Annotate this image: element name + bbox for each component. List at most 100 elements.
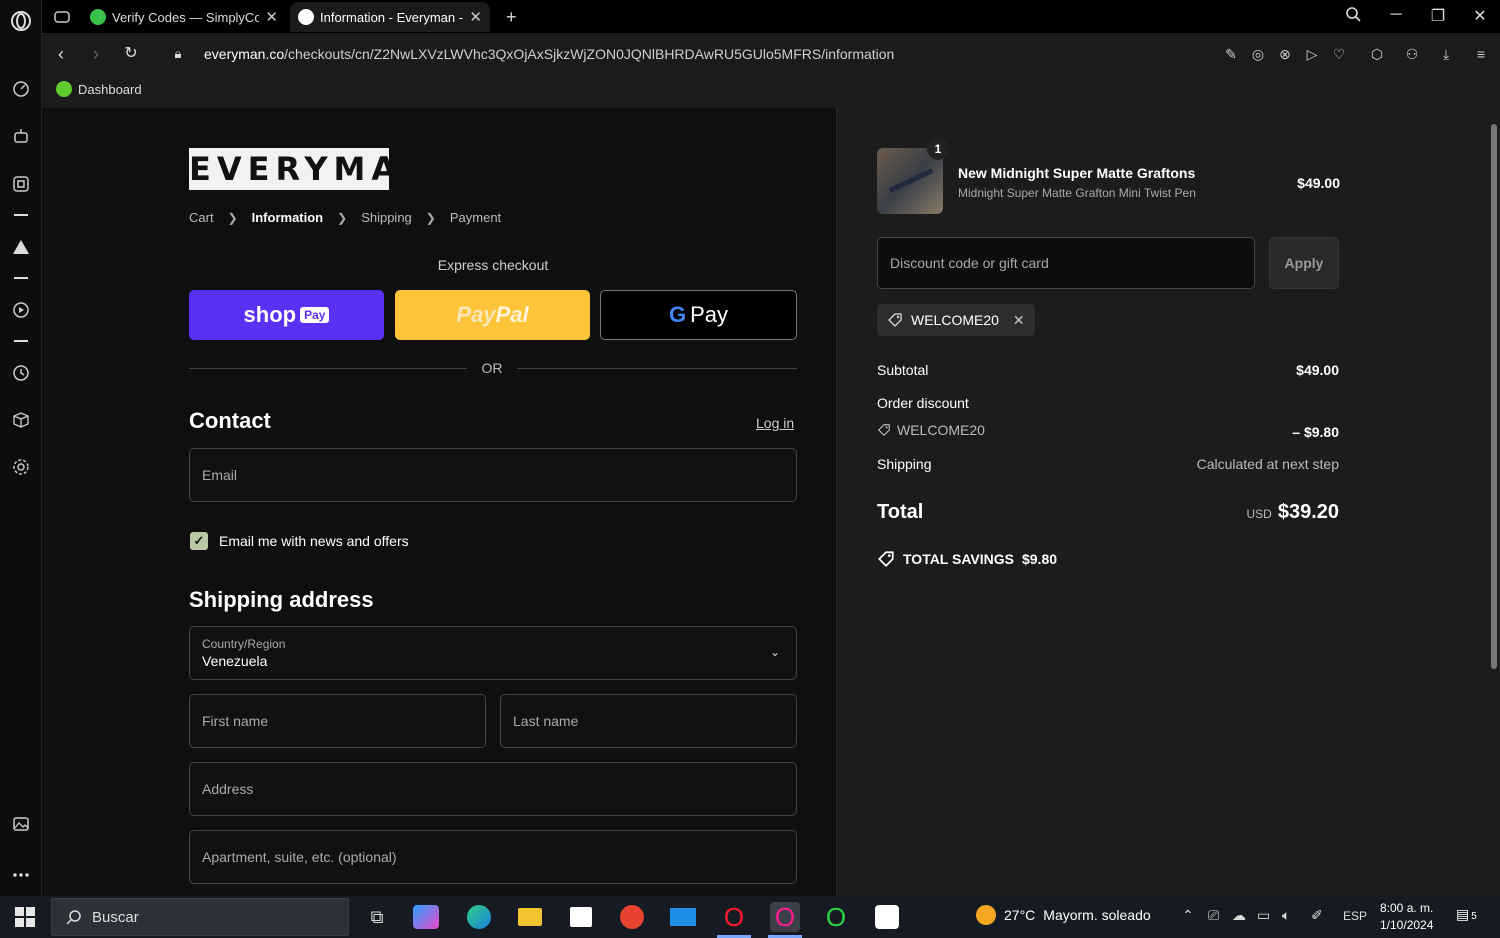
subtotal-value: $49.00: [1296, 362, 1339, 378]
heart-icon[interactable]: ♡: [1330, 45, 1348, 63]
tab-verify-codes[interactable]: Verify Codes — SimplyCodes ✕: [82, 2, 286, 32]
tab-title: Information - Everyman - Checkout: [320, 9, 464, 25]
subtotal-row: Subtotal $49.00: [877, 362, 1339, 378]
search-tabs-icon[interactable]: [1342, 6, 1364, 27]
close-tab-icon[interactable]: ✕: [469, 8, 482, 26]
lock-icon[interactable]: 🔒︎: [167, 43, 189, 65]
address-field[interactable]: Address: [189, 762, 797, 816]
url-path: /checkouts/cn/Z2NwLXVzLWVhc3QxOjAxSjkzWj…: [284, 46, 895, 62]
speed-dial-icon[interactable]: [10, 78, 32, 100]
task-view-icon[interactable]: ⧉: [362, 902, 392, 932]
forward-icon[interactable]: ›: [85, 43, 107, 65]
restore-icon[interactable]: ❐: [1427, 6, 1449, 26]
history-icon[interactable]: [10, 362, 32, 384]
weather-widget[interactable]: 27°C Mayorm. soleado: [976, 905, 1151, 925]
news-checkbox-label[interactable]: Email me with news and offers: [219, 533, 409, 549]
subtotal-label: Subtotal: [877, 362, 929, 378]
edit-icon[interactable]: ✎: [1222, 45, 1240, 63]
tab-information[interactable]: Information - Everyman - Checkout ✕: [290, 2, 490, 32]
send-icon[interactable]: ▷: [1303, 45, 1321, 63]
microsoft-store-icon[interactable]: [566, 902, 596, 932]
system-clock[interactable]: 8:00 a. m. 1/10/2024: [1380, 900, 1433, 934]
gallery-icon[interactable]: [10, 813, 32, 835]
extensions-cube-icon[interactable]: ⬡: [1368, 45, 1386, 63]
last-name-field[interactable]: Last name: [500, 694, 797, 748]
weather-temp: 27°C: [1004, 907, 1036, 923]
notifications-icon[interactable]: ▤ 5: [1456, 906, 1482, 928]
close-tab-icon[interactable]: ✕: [265, 8, 278, 26]
profile-icon[interactable]: ⚇: [1403, 45, 1421, 63]
google-pay-button[interactable]: G Pay: [600, 290, 797, 340]
close-window-icon[interactable]: ✕: [1469, 6, 1491, 26]
minimize-icon[interactable]: ─: [1385, 6, 1407, 24]
copilot-icon[interactable]: [413, 905, 439, 929]
everyman-logo[interactable]: EVERYMAN: [189, 148, 429, 190]
wps-office-icon[interactable]: [617, 902, 647, 932]
breadcrumb-cart[interactable]: Cart: [189, 210, 214, 225]
remove-discount-icon[interactable]: ✕: [1013, 312, 1025, 329]
windows-start-icon[interactable]: [15, 907, 35, 927]
opera-air-icon[interactable]: O: [821, 902, 851, 932]
divider-line: [189, 368, 467, 369]
discount-code-input[interactable]: Discount code or gift card: [877, 237, 1255, 289]
show-hidden-icons-icon[interactable]: ⌃: [1182, 907, 1194, 924]
edge-icon[interactable]: [464, 902, 494, 932]
country-select[interactable]: Country/Region Venezuela ⌄: [189, 626, 797, 680]
total-label: Total: [877, 501, 924, 523]
opera-icon[interactable]: O: [719, 902, 749, 932]
tag-icon: [888, 313, 902, 327]
adblock-icon[interactable]: ⊗: [1276, 45, 1294, 63]
scrollbar-thumb[interactable]: [1491, 124, 1497, 669]
opera-logo-icon[interactable]: [10, 10, 32, 32]
shop-pay-button[interactable]: shop Pay: [189, 290, 384, 340]
download-icon[interactable]: ⤓: [1437, 45, 1455, 63]
camera-icon[interactable]: ◎: [1249, 45, 1267, 63]
volume-icon[interactable]: 🔈︎: [1282, 907, 1290, 924]
clock-date: 1/10/2024: [1380, 918, 1434, 932]
first-name-field[interactable]: First name: [189, 694, 486, 748]
reload-icon[interactable]: ↻: [120, 43, 142, 65]
back-icon[interactable]: ‹: [50, 43, 72, 65]
ai-assistant-icon[interactable]: [10, 125, 32, 147]
tab-workspace-icon[interactable]: [46, 2, 86, 32]
file-explorer-icon[interactable]: [515, 902, 545, 932]
extensions-icon[interactable]: [10, 173, 32, 195]
paypal-button[interactable]: Pay Pal: [395, 290, 590, 340]
tab-title: Verify Codes — SimplyCodes: [112, 9, 260, 25]
shop-pay-badge: Pay: [300, 307, 330, 323]
easy-setup-icon[interactable]: ≡: [1472, 45, 1490, 63]
google-g-icon: G: [668, 302, 687, 327]
page-scrollbar[interactable]: [1488, 108, 1500, 896]
shipping-value: Calculated at next step: [1196, 456, 1339, 472]
order-discount-row: Order discount: [877, 395, 1339, 411]
apply-button[interactable]: Apply: [1269, 237, 1339, 289]
shipping-label: Shipping: [877, 456, 932, 472]
search-icon: [66, 910, 81, 925]
player-icon[interactable]: [10, 299, 32, 321]
new-tab-button[interactable]: +: [498, 2, 525, 32]
onedrive-cloud-icon[interactable]: ☁: [1232, 907, 1246, 924]
news-checkbox[interactable]: ✓: [190, 532, 208, 550]
weather-desc: Mayorm. soleado: [1043, 907, 1151, 923]
pen-icon[interactable]: ✐: [1311, 907, 1323, 924]
more-options-icon[interactable]: [10, 864, 32, 886]
chevron-right-icon: ❯: [337, 210, 348, 225]
mail-icon[interactable]: [668, 902, 698, 932]
settings-gear-icon[interactable]: [10, 456, 32, 478]
bookmark-dashboard[interactable]: Dashboard: [56, 81, 142, 97]
opera-gx-icon[interactable]: O: [770, 902, 800, 932]
url-domain: everyman.co: [204, 46, 285, 62]
network-icon[interactable]: ▭: [1257, 907, 1270, 924]
taskbar-search[interactable]: Buscar: [51, 898, 349, 936]
email-field[interactable]: Email: [189, 448, 797, 502]
aria-icon[interactable]: [10, 236, 32, 258]
apartment-field[interactable]: Apartment, suite, etc. (optional): [189, 830, 797, 884]
paint-icon[interactable]: [872, 902, 902, 932]
url-field[interactable]: everyman.co/checkouts/cn/Z2NwLXVzLWVhc3Q…: [204, 46, 894, 62]
language-indicator[interactable]: ESP: [1343, 909, 1367, 923]
windows-taskbar: Buscar ⧉ O O O 27°C Mayorm. soleado ⌃ ⎚ …: [0, 896, 1500, 938]
login-link[interactable]: Log in: [756, 415, 794, 431]
cube-icon[interactable]: [10, 409, 32, 431]
meet-now-icon[interactable]: ⎚: [1208, 907, 1219, 924]
dashboard-favicon-icon: [56, 81, 72, 97]
